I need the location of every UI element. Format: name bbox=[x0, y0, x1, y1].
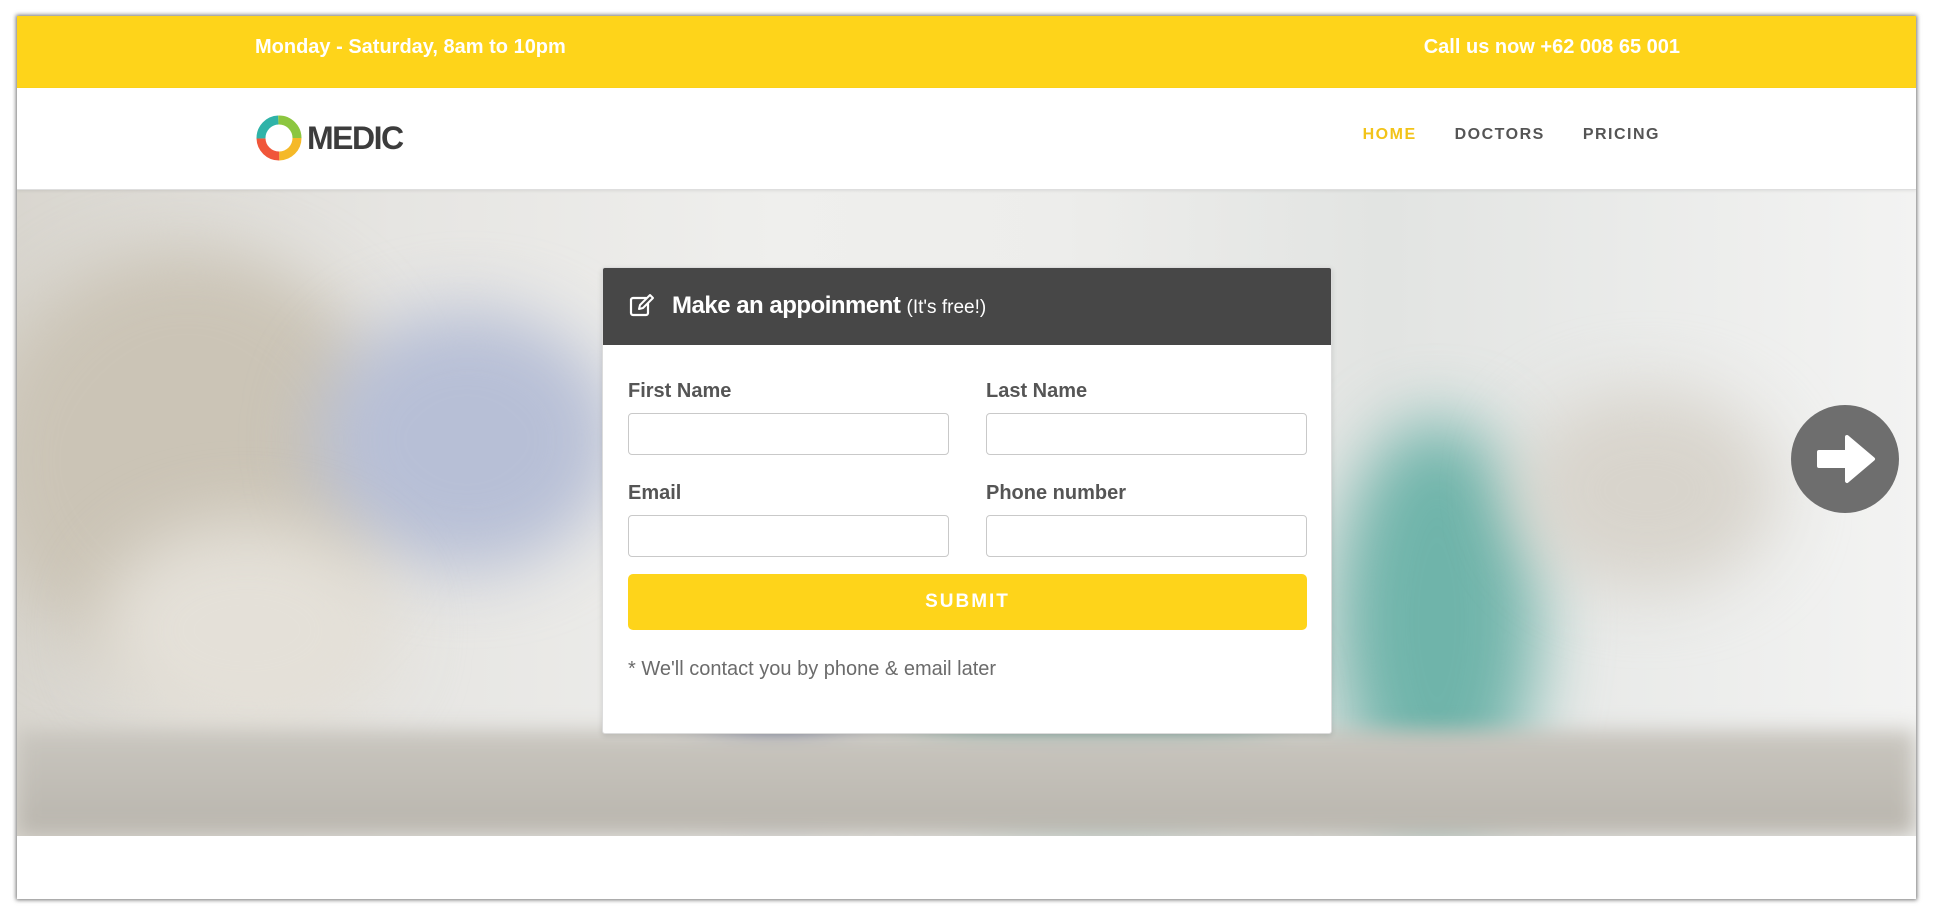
first-name-field[interactable] bbox=[628, 413, 949, 455]
arrow-right-circle-icon bbox=[1817, 435, 1875, 483]
submit-button[interactable]: SUBMIT bbox=[628, 574, 1307, 630]
phone-group: Phone number bbox=[986, 482, 1307, 557]
phone-label: Phone number bbox=[986, 482, 1127, 504]
page-frame: Monday - Saturday, 8am to 10pm Call us n… bbox=[17, 16, 1916, 899]
main-navbar: MEDIC HOME DOCTORS PRICING bbox=[17, 88, 1916, 190]
last-name-field[interactable] bbox=[986, 413, 1307, 455]
nav-item-doctors[interactable]: DOCTORS bbox=[1455, 126, 1545, 144]
nav-menu: HOME DOCTORS PRICING bbox=[1363, 126, 1660, 144]
last-name-label: Last Name bbox=[986, 380, 1088, 402]
brand-name: MEDIC bbox=[307, 119, 404, 156]
appointment-form-title: Make an appoinment (It's free!) bbox=[672, 292, 986, 320]
slider-next-button[interactable] bbox=[1791, 405, 1899, 513]
blue-pillow-blur-shape bbox=[317, 310, 617, 570]
opening-hours: Monday - Saturday, 8am to 10pm bbox=[255, 36, 566, 58]
nav-item-pricing[interactable]: PRICING bbox=[1583, 126, 1660, 144]
email-field[interactable] bbox=[628, 515, 949, 557]
sheet-blur-shape bbox=[97, 520, 397, 740]
brand-logo[interactable]: MEDIC bbox=[255, 114, 404, 162]
form-title-text: Make an appoinment bbox=[672, 292, 901, 319]
last-name-group: Last Name bbox=[986, 380, 1307, 455]
top-info-bar: Monday - Saturday, 8am to 10pm Call us n… bbox=[17, 16, 1916, 88]
call-us-phone[interactable]: Call us now +62 008 65 001 bbox=[1424, 36, 1680, 59]
nav-item-home[interactable]: HOME bbox=[1363, 126, 1417, 144]
medic-ring-logo-icon bbox=[256, 115, 302, 161]
wall-blur-shape bbox=[1517, 390, 1777, 590]
contact-note: * We'll contact you by phone & email lat… bbox=[628, 658, 997, 680]
floor-blur bbox=[17, 730, 1916, 836]
edit-icon bbox=[629, 294, 654, 317]
appointment-form: Make an appoinment (It's free!) First Na… bbox=[602, 267, 1332, 734]
phone-field[interactable] bbox=[986, 515, 1307, 557]
first-name-label: First Name bbox=[628, 380, 732, 402]
first-name-group: First Name bbox=[628, 380, 949, 455]
appointment-form-header: Make an appoinment (It's free!) bbox=[603, 268, 1331, 345]
email-group: Email bbox=[628, 482, 949, 557]
form-subtitle: (It's free!) bbox=[906, 297, 987, 318]
email-label: Email bbox=[628, 482, 682, 504]
